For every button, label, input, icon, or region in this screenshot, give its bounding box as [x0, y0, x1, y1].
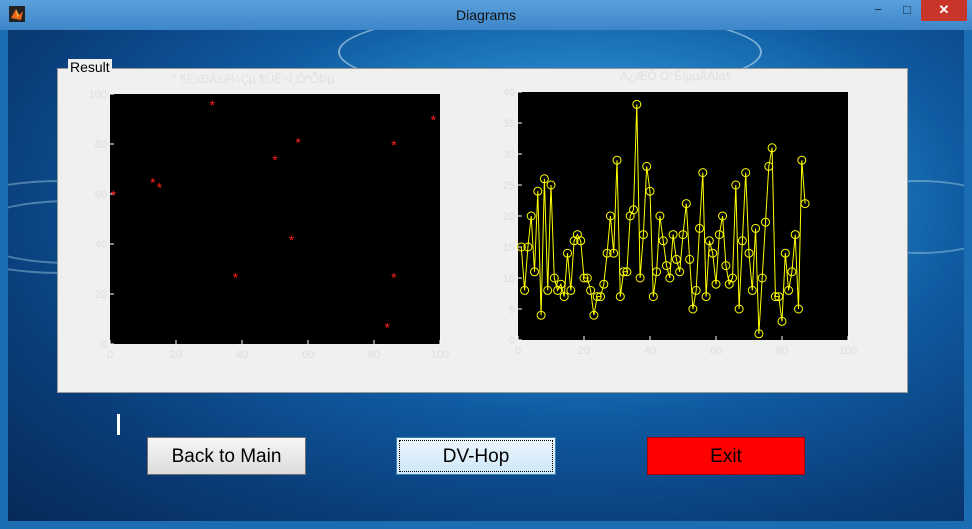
- line-x-tick-label: 80: [776, 345, 788, 357]
- scatter-plot-area: [110, 94, 440, 344]
- scatter-point: *: [111, 187, 117, 203]
- scatter-y-tick-label: 100: [89, 89, 107, 101]
- close-button[interactable]: ✕: [921, 0, 967, 21]
- title-bar: Diagrams − □ ✕: [0, 0, 972, 30]
- result-panel-title: Result: [68, 59, 112, 75]
- line-y-tick-label: 30: [503, 149, 515, 161]
- scatter-y-tick-label: 40: [95, 239, 107, 251]
- line-y-tick-label: 15: [503, 242, 515, 254]
- scatter-x-tick-label: 0: [107, 349, 113, 361]
- line-y-tick-label: 0: [509, 335, 515, 347]
- line-y-tick-label: 10: [503, 273, 515, 285]
- scatter-point: *: [391, 270, 397, 286]
- scatter-point: *: [157, 180, 163, 196]
- scatter-y-tick-label: 60: [95, 189, 107, 201]
- scatter-point: *: [289, 232, 295, 248]
- line-chart-title: Ä¿ÆÕ Ó°ÊÏµµÂÁÍá¶: [620, 69, 732, 83]
- minimize-button[interactable]: −: [864, 0, 892, 21]
- scatter-point: *: [384, 320, 390, 336]
- line-x-tick-label: 20: [578, 345, 590, 357]
- scatter-point: *: [431, 112, 437, 128]
- scatter-x-tick-label: 100: [431, 349, 449, 361]
- scatter-y-tick-label: 0: [101, 339, 107, 351]
- line-y-tick-label: 35: [503, 118, 515, 130]
- line-y-tick-label: 40: [503, 87, 515, 99]
- scatter-y-tick-label: 80: [95, 139, 107, 151]
- line-chart: 0 20 40 60 80 100 0 5 10 15 20 25 30 35 40: [503, 87, 857, 357]
- text-cursor: [117, 414, 120, 435]
- window-title: Diagrams: [456, 7, 516, 23]
- maximize-button[interactable]: □: [893, 0, 921, 21]
- back-to-main-button[interactable]: Back to Main: [147, 437, 306, 475]
- line-x-tick-label: 100: [839, 345, 857, 357]
- line-x-tick-label: 60: [710, 345, 722, 357]
- exit-button[interactable]: Exit: [647, 437, 805, 475]
- line-x-tick-label: 0: [515, 345, 521, 357]
- scatter-point: *: [391, 137, 397, 153]
- scatter-point: *: [295, 135, 301, 151]
- scatter-x-tick-label: 60: [302, 349, 314, 361]
- scatter-point: *: [150, 175, 156, 191]
- scatter-point: *: [210, 97, 216, 113]
- scatter-x-tick-label: 40: [236, 349, 248, 361]
- scatter-point: *: [233, 270, 239, 286]
- line-x-tick-label: 40: [644, 345, 656, 357]
- scatter-point: *: [272, 152, 278, 168]
- scatter-x-tick-label: 20: [170, 349, 182, 361]
- scatter-x-tick-label: 80: [368, 349, 380, 361]
- line-y-tick-label: 20: [503, 211, 515, 223]
- scatter-chart: 0 20 40 60 80 100020406080100** **********: [89, 89, 450, 361]
- dv-hop-button[interactable]: DV-Hop: [396, 437, 556, 475]
- line-y-tick-label: 5: [509, 304, 515, 316]
- scatter-y-tick-label: 20: [95, 289, 107, 301]
- line-y-tick-label: 25: [503, 180, 515, 192]
